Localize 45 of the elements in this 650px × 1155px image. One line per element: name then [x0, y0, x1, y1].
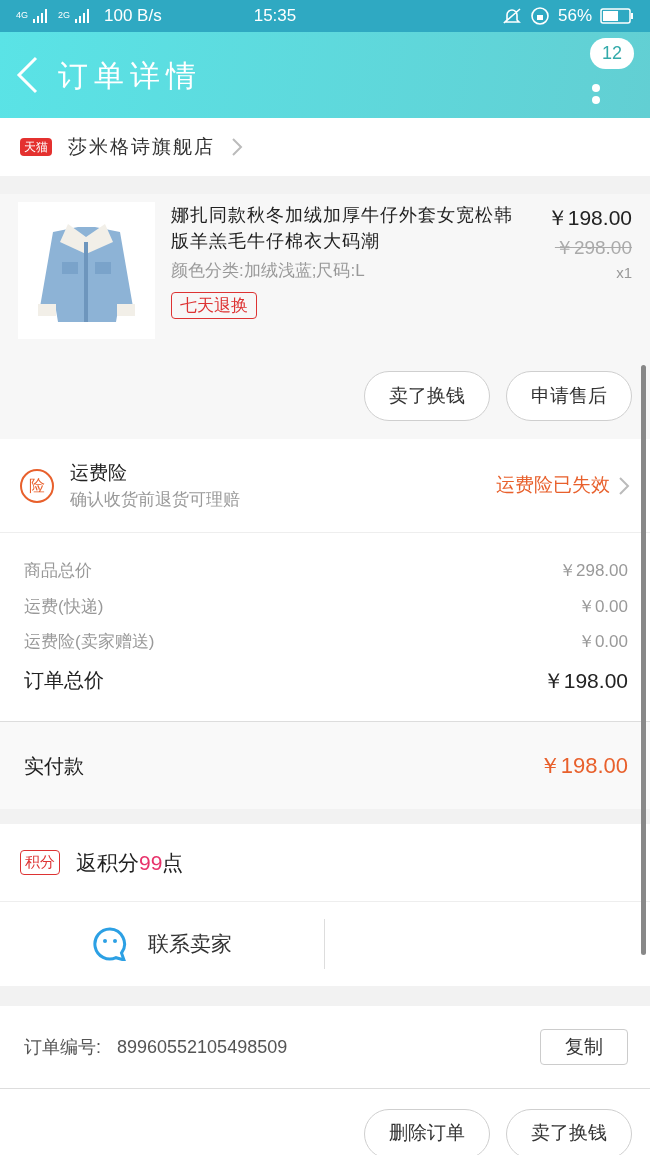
return-policy-tag: 七天退换	[171, 291, 257, 319]
product-title[interactable]: 娜扎同款秋冬加绒加厚牛仔外套女宽松韩版羊羔毛牛仔棉衣大码潮	[171, 202, 531, 254]
network-label: 4G	[16, 9, 28, 23]
summary-label: 运费险(卖家赠送)	[24, 631, 155, 653]
action-button[interactable]: 删除订单	[364, 1108, 490, 1155]
summary-label: 商品总价	[24, 560, 92, 582]
chevron-right-icon	[618, 475, 630, 496]
page-title: 订单详情	[58, 57, 202, 94]
quantity: x1	[616, 263, 632, 283]
original-price: ￥298.00	[554, 235, 632, 260]
order-number: 89960552105498509	[117, 1035, 288, 1059]
chevron-right-icon	[231, 137, 243, 157]
battery-icon	[600, 8, 634, 24]
summary-value: ￥0.00	[577, 631, 628, 653]
action-button[interactable]: 卖了换钱	[506, 1108, 632, 1155]
summary-label: 订单总价	[24, 668, 104, 694]
points-reward: 返积分99点	[76, 849, 184, 876]
network-speed: 100 B/s	[104, 5, 162, 28]
more-button[interactable]	[592, 84, 600, 104]
summary-value: ￥198.00	[542, 667, 628, 694]
payment-amount: ￥198.00	[538, 752, 628, 780]
store-name[interactable]: 莎米格诗旗舰店	[68, 132, 215, 162]
action-button[interactable]: 申请售后	[506, 371, 632, 421]
product-price: ￥198.00	[546, 205, 632, 231]
payment-label: 实付款	[24, 753, 84, 779]
mute-icon	[501, 7, 522, 25]
insurance-icon: 险	[20, 468, 54, 503]
summary-label: 运费(快递)	[24, 595, 104, 618]
summary-value: ￥0.00	[577, 595, 628, 618]
copy-button[interactable]: 复制	[540, 1029, 628, 1065]
signal-icon	[32, 9, 50, 23]
store-tag: 天猫	[20, 138, 52, 156]
action-button[interactable]: 卖了换钱	[364, 371, 490, 421]
clock: 15:35	[253, 5, 297, 28]
insurance-title: 运费险	[70, 460, 128, 485]
points-tag: 积分	[20, 850, 60, 875]
order-number-label: 订单编号:	[24, 1035, 101, 1059]
network-label: 2G	[58, 9, 71, 23]
battery-percent: 56%	[557, 5, 592, 28]
product-variant: 颜色分类:加绒浅蓝;尺码:L	[171, 260, 366, 282]
rotation-lock-icon	[529, 6, 550, 26]
message-count-badge: 12	[589, 38, 634, 69]
summary-value: ￥298.00	[559, 560, 628, 582]
chat-bubble-icon	[92, 927, 128, 961]
insurance-description: 确认收货前退货可理赔	[70, 489, 240, 511]
